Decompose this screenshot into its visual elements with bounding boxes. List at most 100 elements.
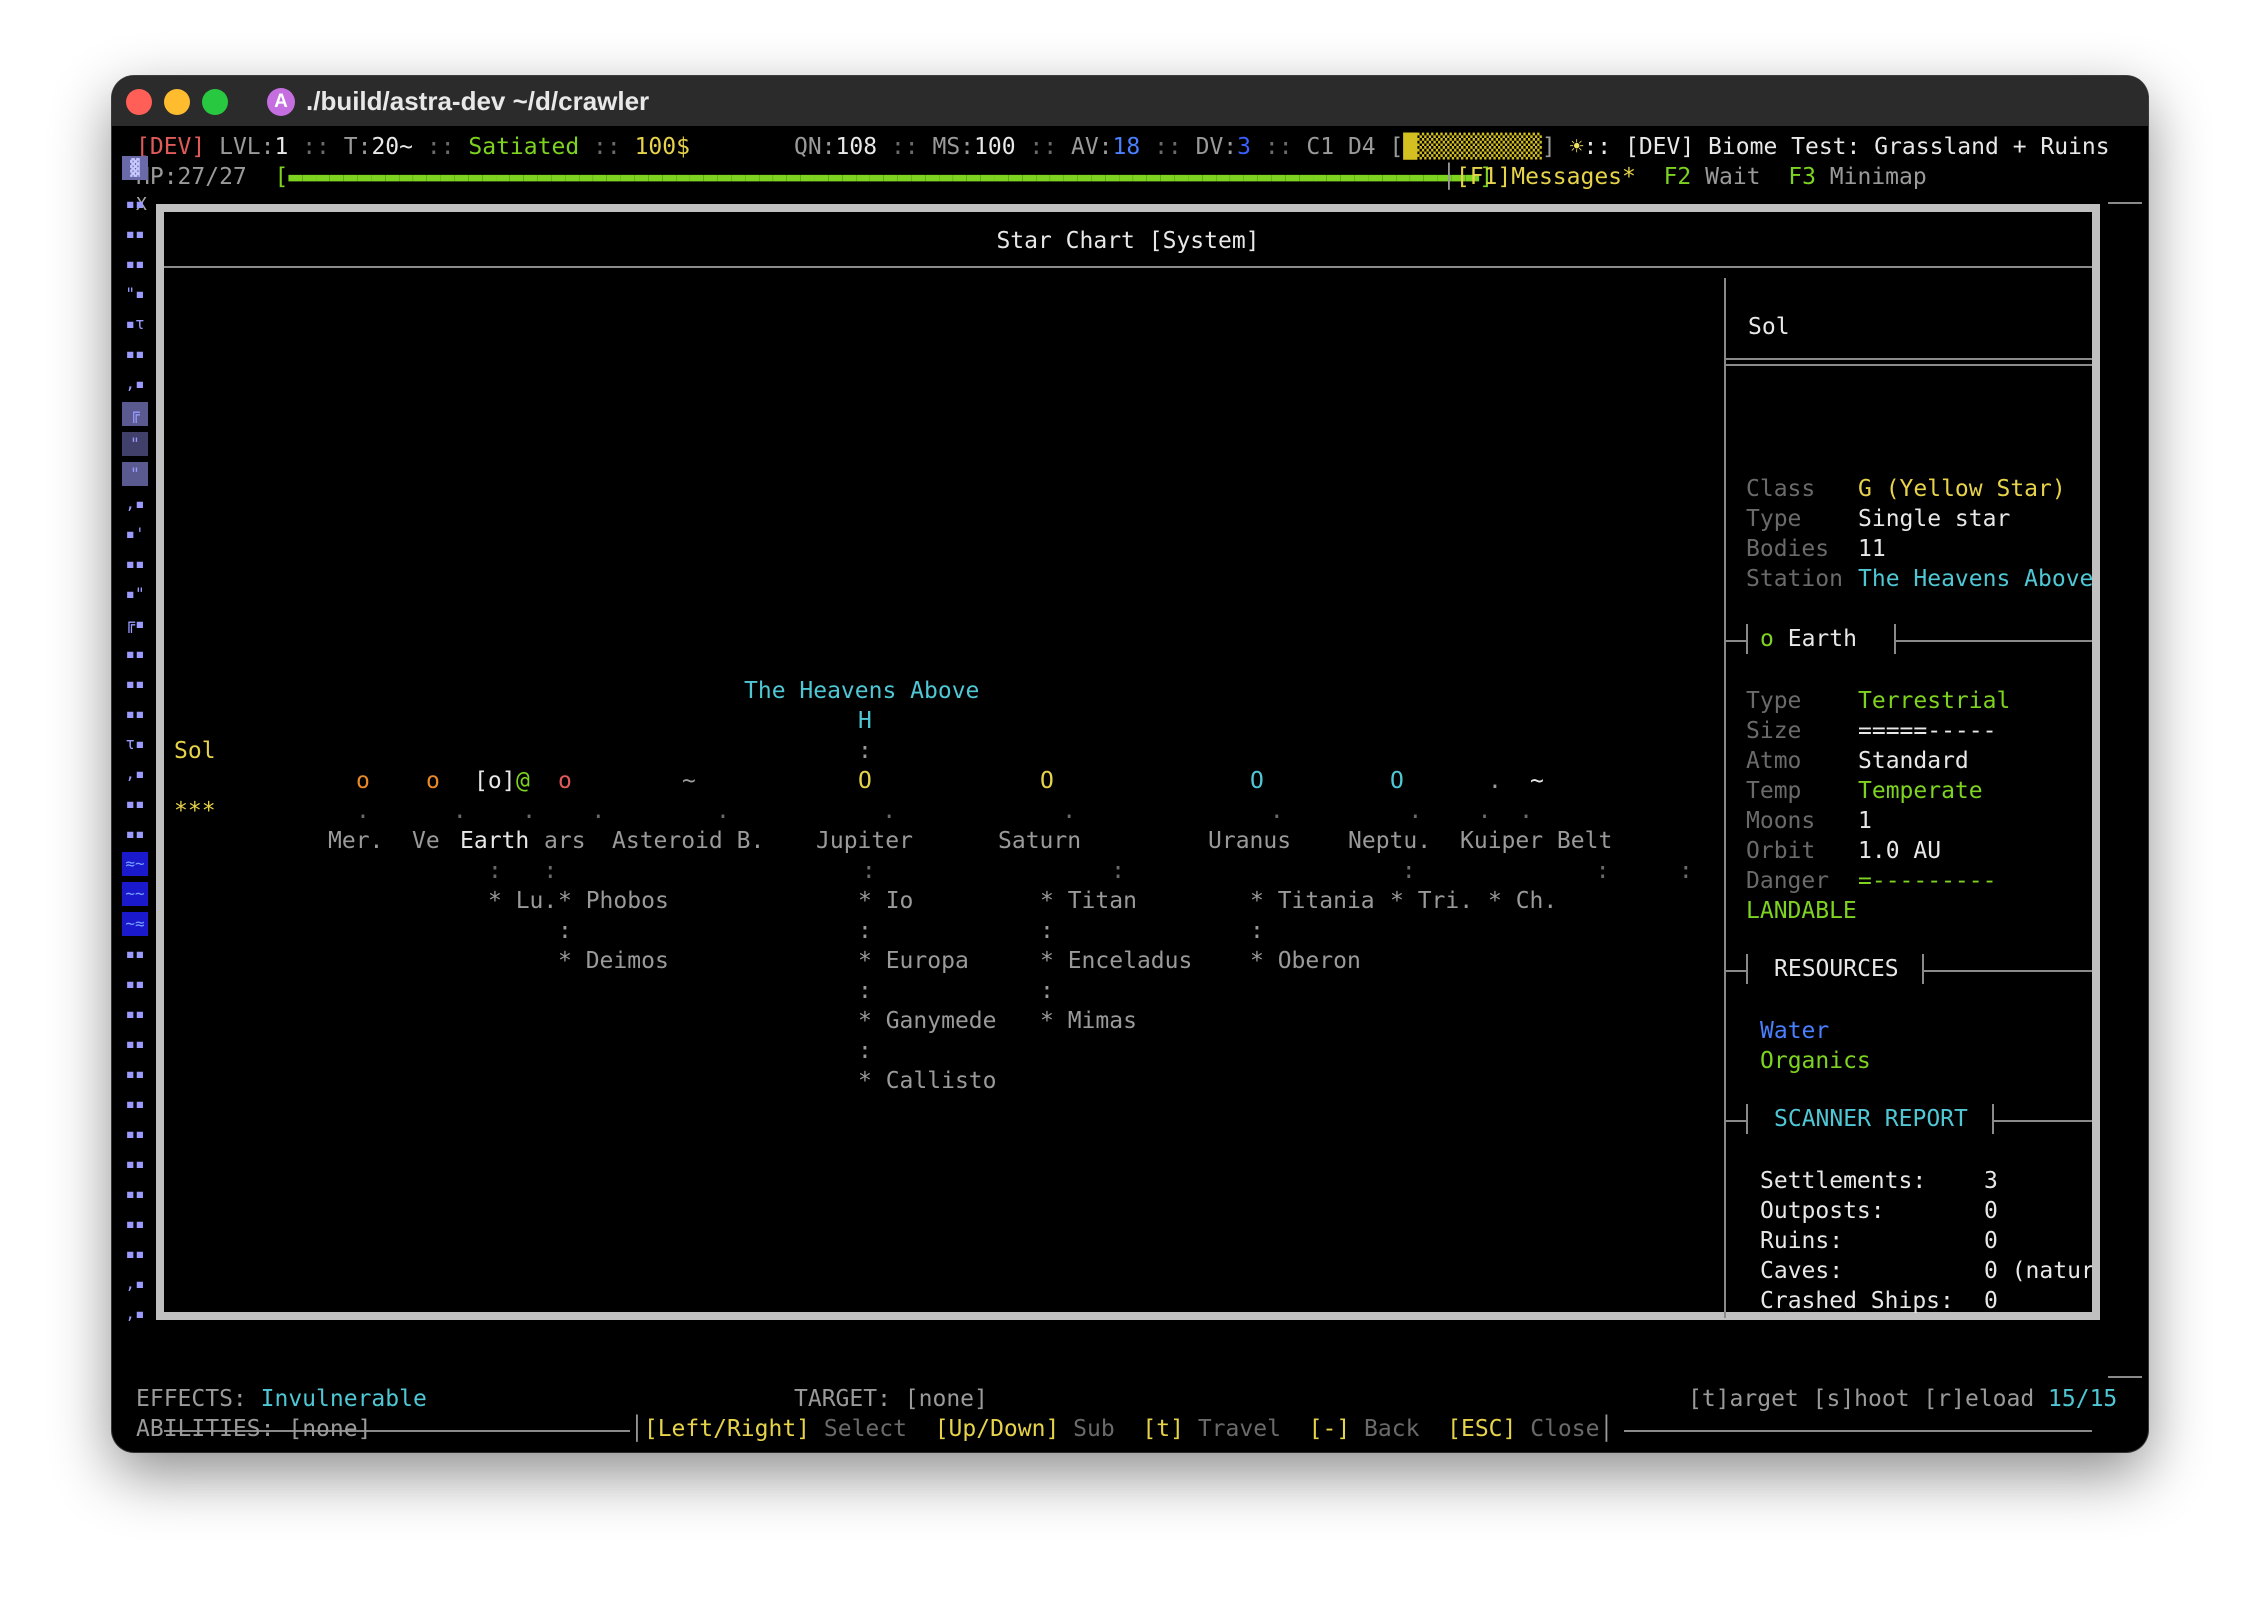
name-earth: Earth — [460, 828, 530, 854]
landable-badge: LANDABLE — [1746, 898, 1857, 924]
target-line: TARGET: [none] — [794, 1386, 988, 1412]
scan-crashed-ships: 0 — [1984, 1288, 1998, 1314]
dodge-value: 3 — [1237, 134, 1252, 160]
player-glyph: @ — [516, 768, 530, 794]
planet-pluto[interactable]: . — [1488, 766, 1502, 796]
hud-stats: QN:108 :: MS:100 :: AV:18 :: DV:3 :: C1 … — [794, 134, 2110, 160]
quickness-value: 108 — [835, 134, 878, 160]
ammo-count: 15/15 — [2048, 1386, 2118, 1412]
resource-water: Water — [1760, 1018, 1830, 1044]
close-window-button[interactable] — [126, 89, 152, 115]
hud-line-1: [DEV] LVL:1 :: T:20~ :: Satiated :: 100$ — [136, 134, 690, 160]
name-uranus: Uranus — [1208, 828, 1292, 854]
planet-mars[interactable]: o — [558, 766, 572, 796]
title-bar: A ./build/astra-dev ~/d/crawler — [112, 76, 2148, 126]
messages-key[interactable]: [F1]Messages* — [1456, 164, 1636, 190]
hp-value: 27/27 — [177, 164, 247, 190]
c-d-stats: C1 D4 — [1306, 134, 1376, 160]
planet-uranus[interactable]: O — [1250, 766, 1264, 796]
star-chart-panel: Star Chart [System] The Heavens Above H … — [156, 204, 2100, 1442]
name-asteroid-belt: Asteroid B. — [612, 828, 765, 854]
planet-type: Terrestrial — [1858, 688, 2011, 714]
effects-line: EFFECTS: Invulnerable — [136, 1386, 427, 1412]
star-type: Single star — [1858, 506, 2011, 532]
abilities-line: ABILITIES: [none] — [136, 1416, 372, 1442]
moon-titania[interactable]: * Titania — [1250, 886, 1375, 916]
minimap-key[interactable]: F3 — [1788, 164, 1816, 190]
zoom-window-button[interactable] — [202, 89, 228, 115]
moon-luna[interactable]: * Lu. — [488, 886, 557, 916]
moon-io[interactable]: * Io — [858, 886, 913, 916]
star-label: Sol — [174, 738, 216, 764]
action-keys[interactable]: [t]arget [s]hoot [r]eload — [1688, 1386, 2034, 1412]
name-mars: ars — [544, 828, 586, 854]
planet-size: =====----- — [1858, 718, 1997, 744]
armor-value: 18 — [1112, 134, 1141, 160]
station-marker[interactable]: H — [858, 706, 872, 736]
close-key[interactable]: [ESC] — [1447, 1416, 1516, 1442]
sub-key[interactable]: [Up/Down] — [935, 1416, 1060, 1442]
effects-value: Invulnerable — [260, 1386, 427, 1412]
scan-ruins: 0 — [1984, 1228, 1998, 1254]
hp-bar: [▬▬▬▬▬▬▬▬▬▬▬▬▬▬▬▬▬▬▬▬▬▬▬▬▬▬▬▬▬▬▬▬▬▬▬▬▬▬▬… — [274, 164, 1494, 190]
turn-value: 20~ — [371, 134, 413, 160]
meter-bar: █▒▒▒▒▒▒▒▒▒ — [1403, 134, 1542, 160]
station-label[interactable]: The Heavens Above — [744, 676, 979, 706]
moon-titan[interactable]: * Titan — [1040, 886, 1137, 916]
kuiper-belt[interactable]: ~ — [1530, 766, 1544, 796]
select-key[interactable]: [Left/Right] — [644, 1416, 810, 1442]
resources-title: RESOURCES — [1774, 956, 1899, 982]
planet-header-name: Earth — [1787, 626, 1857, 652]
wait-key[interactable]: F2 — [1664, 164, 1692, 190]
back-key[interactable]: [-] — [1309, 1416, 1351, 1442]
terminal-window: A ./build/astra-dev ~/d/crawler [DEV] LV… — [112, 76, 2148, 1452]
app-icon: A — [267, 88, 295, 116]
name-jupiter: Jupiter — [816, 828, 913, 854]
name-neptune: Neptu. — [1348, 828, 1432, 854]
money-value: 100$ — [634, 134, 690, 160]
moon-europa[interactable]: * Europa — [858, 946, 969, 976]
travel-key[interactable]: [t] — [1142, 1416, 1184, 1442]
planet-header-glyph: o — [1760, 626, 1774, 652]
planet-temp: Temperate — [1858, 778, 1983, 804]
planet-mercury[interactable]: o — [356, 766, 370, 796]
scan-settlements: 3 — [1984, 1168, 1998, 1194]
moon-deimos[interactable]: * Deimos — [558, 946, 669, 976]
moon-triton[interactable]: * Tri. — [1390, 886, 1473, 916]
planet-earth-selected[interactable]: [o] — [474, 766, 516, 796]
system-name: Sol — [1748, 314, 1790, 340]
moon-ganymede[interactable]: * Ganymede — [858, 1006, 996, 1036]
planet-neptune[interactable]: O — [1390, 766, 1404, 796]
moon-enceladus[interactable]: * Enceladus — [1040, 946, 1192, 976]
level-value: 1 — [274, 134, 289, 160]
hud-line-2: HP:27/27 [▬▬▬▬▬▬▬▬▬▬▬▬▬▬▬▬▬▬▬▬▬▬▬▬▬▬▬▬▬▬… — [136, 164, 1494, 190]
star-glyph: *** — [174, 798, 216, 824]
star-bodies: 11 — [1858, 536, 1886, 562]
star-class: G (Yellow Star) — [1858, 476, 2066, 502]
scanner-title: SCANNER REPORT — [1774, 1106, 1968, 1132]
move-speed-value: 100 — [974, 134, 1016, 160]
minimize-window-button[interactable] — [164, 89, 190, 115]
planet-saturn[interactable]: O — [1040, 766, 1054, 796]
window-title: ./build/astra-dev ~/d/crawler — [306, 86, 650, 116]
scan-outposts: 0 — [1984, 1198, 1998, 1224]
planet-header: o Earth — [1760, 624, 1857, 654]
map-strip: ▓ ▪▪ ▪▪ ▪▪ "▪ ▪τ ▪▪ ,▪ ╔ " " ,▪ ▪' ▪▪ ▪"… — [122, 156, 150, 1356]
target-value: [none] — [904, 1386, 988, 1412]
name-saturn: Saturn — [998, 828, 1082, 854]
planet-orbit: 1.0 AU — [1858, 838, 1942, 864]
scan-caves: 0 (natur — [1984, 1258, 2092, 1284]
moon-charon[interactable]: * Ch. — [1488, 886, 1557, 916]
planet-jupiter[interactable]: O — [858, 766, 872, 796]
moon-oberon[interactable]: * Oberon — [1250, 946, 1361, 976]
location-text: :: [DEV] Biome Test: Grassland + Ruins — [1583, 134, 2110, 160]
asteroid-belt[interactable]: ~ — [682, 766, 696, 796]
moon-callisto[interactable]: * Callisto — [858, 1066, 996, 1096]
moon-mimas[interactable]: * Mimas — [1040, 1006, 1137, 1036]
sun-icon: ☀ — [1569, 134, 1584, 160]
planet-venus[interactable]: o — [426, 766, 440, 796]
moon-phobos[interactable]: * Phobos — [558, 886, 669, 916]
planet-atmo: Standard — [1858, 748, 1969, 774]
name-kuiper-belt: Kuiper Belt — [1460, 828, 1613, 854]
panel-title: Star Chart [System] — [996, 228, 1260, 254]
